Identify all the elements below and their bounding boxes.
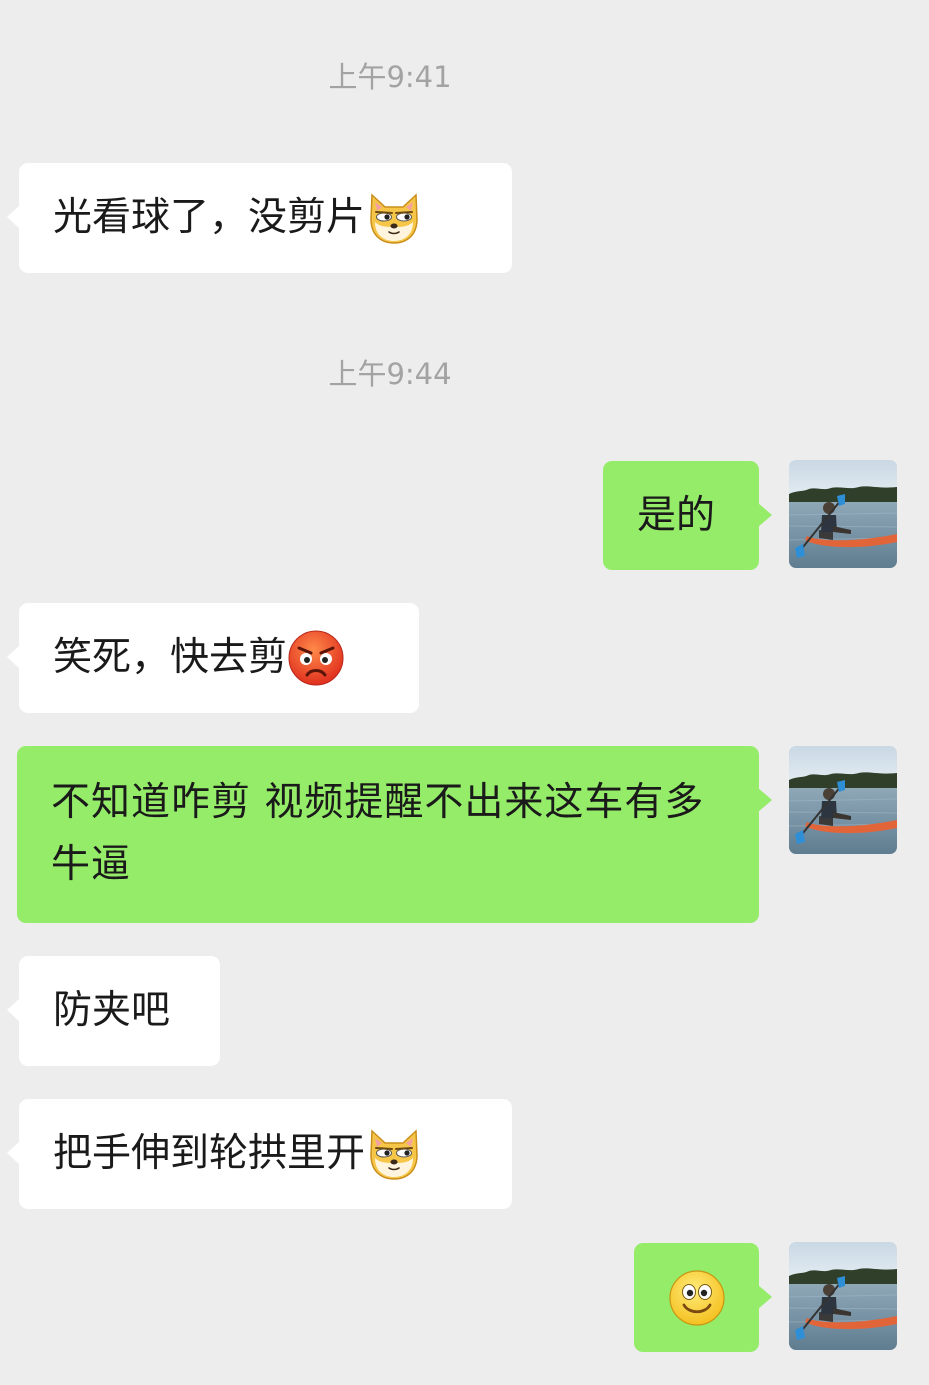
message-bubble-outgoing[interactable]: 是的 xyxy=(603,461,772,570)
avatar[interactable] xyxy=(789,746,897,854)
avatar[interactable] xyxy=(789,460,897,568)
message-bubble-outgoing[interactable] xyxy=(634,1243,772,1352)
message-bubble-incoming[interactable]: 光看球了，没剪片 xyxy=(7,163,512,273)
message-bubble-incoming[interactable]: 防夹吧 xyxy=(7,956,220,1066)
message-bubble-incoming[interactable]: 笑死，快去剪 xyxy=(7,603,419,713)
message-text: 笑死，快去剪 xyxy=(53,635,288,680)
doge-icon xyxy=(365,1125,423,1183)
kayak-photo-avatar xyxy=(789,746,897,854)
avatar[interactable] xyxy=(789,1242,897,1350)
message-bubble-outgoing[interactable]: 不知道咋剪 视频提醒不出来这车有多牛逼 xyxy=(17,746,772,923)
angry-face-icon xyxy=(287,629,345,687)
kayak-photo-avatar xyxy=(789,460,897,568)
timestamp: 上午9:41 xyxy=(328,60,452,94)
message-bubble-incoming[interactable]: 把手伸到轮拱里开 xyxy=(7,1099,512,1209)
kayak-photo-avatar xyxy=(789,1242,897,1350)
message-text: 光看球了，没剪片 xyxy=(53,195,366,240)
doge-icon xyxy=(365,189,423,247)
message-text: 防夹吧 xyxy=(53,988,171,1033)
timestamp: 上午9:44 xyxy=(328,357,452,391)
smile-icon xyxy=(668,1269,726,1327)
message-text: 把手伸到轮拱里开 xyxy=(53,1131,366,1176)
message-text: 不知道咋剪 视频提醒不出来这车有多牛逼 xyxy=(51,780,705,887)
message-text: 是的 xyxy=(637,492,716,538)
